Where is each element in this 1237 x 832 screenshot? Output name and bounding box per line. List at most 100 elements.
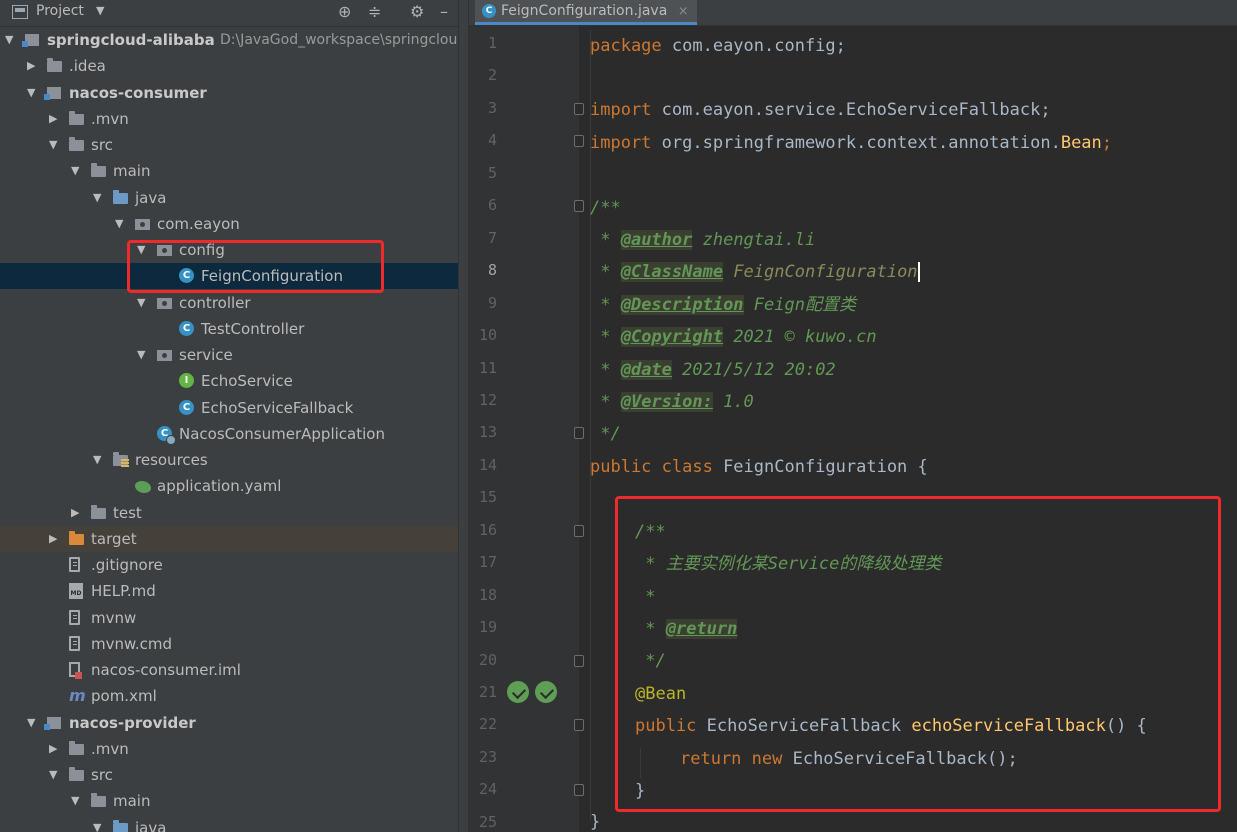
tree-item-echoservice[interactable]: I EchoService — [0, 368, 458, 394]
tree-item-application-yaml[interactable]: application.yaml — [0, 473, 458, 499]
chevron-down-icon[interactable]: ▼ — [5, 27, 17, 53]
fold-marker-icon[interactable] — [574, 784, 584, 797]
tree-item-mvn[interactable]: ▶ .mvn — [0, 106, 458, 132]
line-number: 16 — [478, 520, 497, 539]
chevron-down-icon[interactable]: ▼ — [115, 211, 127, 237]
tree-item-label: main — [113, 792, 151, 811]
tree-item-nacos-consumer[interactable]: ▼ nacos-consumer — [0, 80, 458, 106]
tree-item-mvnw[interactable]: mvnw — [0, 605, 458, 631]
code-line-8: * @ClassName FeignConfiguration — [590, 262, 920, 282]
chevron-down-icon[interactable]: ▼ — [96, 4, 104, 17]
chevron-right-icon[interactable]: ▶ — [49, 526, 61, 552]
tree-item-gitignore[interactable]: .gitignore — [0, 552, 458, 578]
tree-item-nacosconsumerapplication[interactable]: C NacosConsumerApplication — [0, 421, 458, 447]
tree-item-nacos-provider[interactable]: ▼ nacos-provider — [0, 710, 458, 736]
tree-item-resources[interactable]: ▼ resources — [0, 447, 458, 473]
tree-item-help-md[interactable]: MD HELP.md — [0, 578, 458, 604]
chevron-down-icon[interactable]: ▼ — [27, 710, 39, 736]
fold-marker-icon[interactable] — [574, 135, 584, 148]
folder-icon — [47, 58, 62, 73]
tree-item-label: com.eayon — [157, 214, 240, 233]
source-folder-icon — [113, 819, 128, 832]
tree-item-label: test — [113, 503, 142, 522]
fold-marker-icon[interactable] — [574, 427, 584, 440]
line-number: 7 — [487, 228, 497, 247]
tree-item-label: java — [135, 818, 167, 832]
package-icon — [157, 297, 172, 309]
project-view-title[interactable]: Project — [36, 3, 84, 19]
collapse-icon[interactable]: ≑ — [368, 2, 381, 21]
tree-item-config[interactable]: ▼ config — [0, 237, 458, 263]
tree-item-java[interactable]: ▼ java — [0, 815, 458, 832]
folder-icon — [91, 504, 106, 519]
locate-icon[interactable]: ⊕ — [338, 2, 351, 21]
tree-item-feignconfiguration[interactable]: C FeignConfiguration — [0, 263, 458, 290]
chevron-down-icon[interactable]: ▼ — [137, 342, 149, 368]
tree-item-echoservicefallback[interactable]: C EchoServiceFallback — [0, 395, 458, 421]
project-path: D:\JavaGod_workspace\springcloud — [220, 32, 458, 48]
tree-item-com-eayon[interactable]: ▼ com.eayon — [0, 211, 458, 237]
minimize-icon[interactable]: – — [440, 2, 448, 21]
chevron-down-icon[interactable]: ▼ — [137, 290, 149, 316]
tree-item-src[interactable]: ▼ src — [0, 132, 458, 158]
tab-feign-configuration[interactable]: C FeignConfiguration.java × — [475, 0, 697, 25]
line-number: 23 — [478, 747, 497, 766]
project-view-icon[interactable] — [12, 5, 28, 19]
panel-splitter[interactable] — [458, 0, 469, 832]
tree-item-pom-xml[interactable]: m pom.xml — [0, 683, 458, 709]
fold-marker-icon[interactable] — [574, 200, 584, 213]
line-number: 6 — [487, 196, 497, 215]
spring-bean-icon[interactable] — [535, 681, 557, 703]
tree-item-src[interactable]: ▼ src — [0, 762, 458, 788]
chevron-down-icon[interactable]: ▼ — [93, 185, 105, 211]
chevron-down-icon[interactable]: ▼ — [71, 158, 83, 184]
code-line-24: } — [635, 781, 646, 801]
fold-marker-icon[interactable] — [574, 654, 584, 667]
chevron-right-icon[interactable]: ▶ — [71, 500, 83, 526]
chevron-down-icon[interactable]: ▼ — [27, 80, 39, 106]
chevron-down-icon[interactable]: ▼ — [49, 132, 61, 158]
spring-bean-icon[interactable] — [507, 681, 529, 703]
tree-item-service[interactable]: ▼ service — [0, 342, 458, 368]
tree-item-idea[interactable]: ▶ .idea — [0, 53, 458, 79]
gear-icon[interactable]: ⚙ — [410, 2, 424, 21]
tree-item-label: springcloud-alibaba — [47, 31, 215, 49]
line-number: 17 — [478, 553, 497, 572]
line-number: 22 — [478, 715, 497, 734]
tree-item-label: main — [113, 162, 151, 181]
chevron-down-icon[interactable]: ▼ — [71, 788, 83, 814]
tree-item-main[interactable]: ▼ main — [0, 158, 458, 184]
chevron-right-icon[interactable]: ▶ — [27, 53, 39, 79]
tree-item-label: controller — [179, 293, 251, 312]
chevron-down-icon[interactable]: ▼ — [93, 447, 105, 473]
fold-marker-icon[interactable] — [574, 719, 584, 732]
chevron-down-icon[interactable]: ▼ — [93, 815, 105, 832]
chevron-right-icon[interactable]: ▶ — [49, 106, 61, 132]
excluded-folder-icon — [69, 530, 84, 545]
tree-item-mvn[interactable]: ▶ .mvn — [0, 736, 458, 762]
tree-item-springcloud-alibaba[interactable]: ▼ springcloud-alibaba D:\JavaGod_workspace… — [0, 27, 458, 53]
chevron-down-icon[interactable]: ▼ — [49, 762, 61, 788]
chevron-down-icon[interactable]: ▼ — [137, 237, 149, 263]
code-line-22: public EchoServiceFallback echoServiceFa… — [635, 716, 1147, 736]
tree-item-java[interactable]: ▼ java — [0, 185, 458, 211]
tree-item-mvnw-cmd[interactable]: mvnw.cmd — [0, 631, 458, 657]
tree-item-testcontroller[interactable]: C TestController — [0, 316, 458, 342]
tree-item-nacos-consumer-iml[interactable]: nacos-consumer.iml — [0, 657, 458, 683]
fold-marker-icon[interactable] — [574, 524, 584, 537]
class-icon: C — [179, 320, 194, 336]
tree-item-target[interactable]: ▶ target — [0, 525, 458, 552]
tree-item-controller[interactable]: ▼ controller — [0, 290, 458, 316]
code-line-13: */ — [590, 424, 621, 444]
chevron-right-icon[interactable]: ▶ — [49, 736, 61, 762]
code-line-12: * @Version: 1.0 — [590, 392, 754, 412]
project-panel: Project ▼ ⊕ ≑ ⚙ – ▼ springcloud-alibaba D:… — [0, 0, 458, 832]
tree-item-test[interactable]: ▶ test — [0, 500, 458, 526]
line-number: 5 — [487, 163, 497, 182]
fold-marker-icon[interactable] — [574, 102, 584, 115]
line-number: 14 — [478, 455, 497, 474]
close-icon[interactable]: × — [678, 4, 689, 19]
tree-item-label: service — [179, 346, 233, 364]
text-file-icon — [69, 635, 80, 651]
tree-item-main[interactable]: ▼ main — [0, 788, 458, 814]
